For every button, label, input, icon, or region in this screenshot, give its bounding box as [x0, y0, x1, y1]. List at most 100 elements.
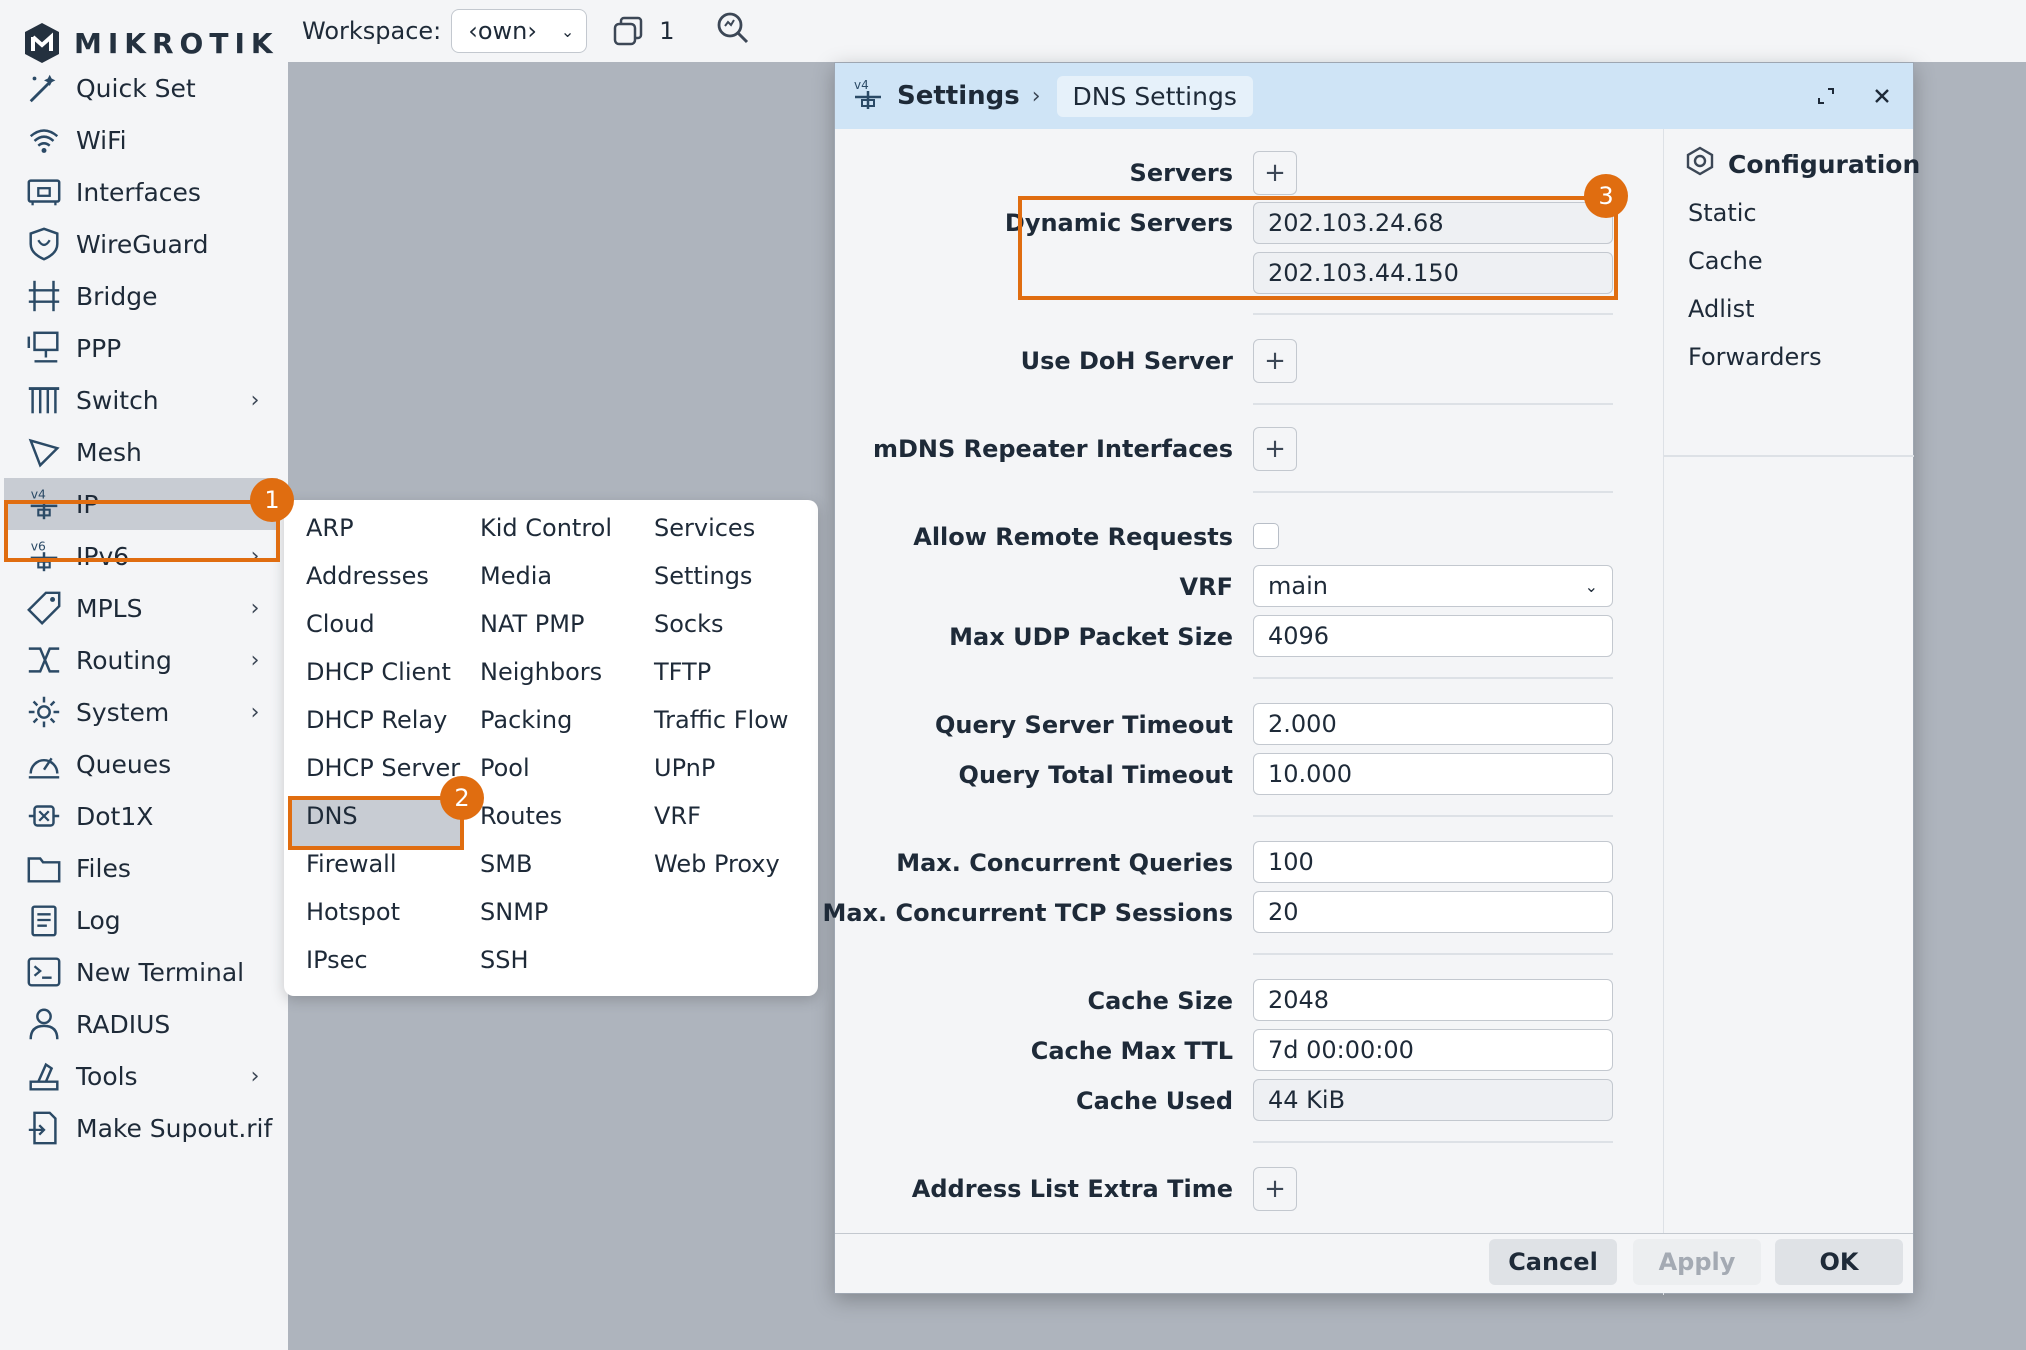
sidebar-item-dot1x[interactable]: Dot1X [4, 790, 278, 842]
menu-item-traffic-flow[interactable]: Traffic Flow [654, 706, 789, 734]
configuration-title-text: Configuration [1728, 149, 1921, 179]
sidebar-item-make-supout-rif[interactable]: Make Supout.rif [4, 1102, 278, 1154]
menu-item-ipsec[interactable]: IPsec [306, 946, 368, 974]
sidebar-item-queues[interactable]: Queues [4, 738, 278, 790]
sidebar-item-switch[interactable]: Switch › [4, 374, 278, 426]
menu-item-smb[interactable]: SMB [480, 850, 532, 878]
sidebar-item-mesh[interactable]: Mesh [4, 426, 278, 478]
file-export-icon [24, 1108, 64, 1148]
breadcrumb-settings[interactable]: Settings [897, 81, 1020, 111]
menu-item-pool[interactable]: Pool [480, 754, 530, 782]
menu-item-settings[interactable]: Settings [654, 562, 752, 590]
mdns-label: mDNS Repeater Interfaces [872, 435, 1233, 463]
menu-item-cloud[interactable]: Cloud [306, 610, 375, 638]
menu-item-dhcp-server[interactable]: DHCP Server [306, 754, 460, 782]
sidebar-item-interfaces[interactable]: Interfaces [4, 166, 278, 218]
sidebar-item-new-terminal[interactable]: New Terminal [4, 946, 278, 998]
config-static-link[interactable]: Static [1688, 199, 1757, 227]
window-header: v4 Settings › DNS Settings [835, 63, 1913, 129]
query-server-timeout-label: Query Server Timeout [934, 711, 1233, 739]
workspace-select[interactable]: ‹own› ⌄ [451, 9, 588, 53]
query-server-timeout-input[interactable]: 2.000 [1253, 703, 1613, 745]
sidebar-item-label: Interfaces [76, 177, 201, 207]
sidebar-item-label: Files [76, 853, 131, 883]
radius-icon [24, 1004, 64, 1044]
allow-remote-requests-checkbox[interactable] [1253, 523, 1279, 549]
sidebar-item-log[interactable]: Log [4, 894, 278, 946]
cache-used-label: Cache Used [1076, 1087, 1233, 1115]
servers-label: Servers [1129, 159, 1233, 187]
menu-item-vrf[interactable]: VRF [654, 802, 701, 830]
sidebar-item-bridge[interactable]: Bridge [4, 270, 278, 322]
callout-badge-1: 1 [250, 478, 294, 522]
menu-item-firewall[interactable]: Firewall [306, 850, 397, 878]
plus-icon: + [1264, 158, 1286, 188]
config-forwarders-link[interactable]: Forwarders [1688, 343, 1822, 371]
ipv4-icon: v4 [851, 77, 885, 115]
menu-item-kid-control[interactable]: Kid Control [480, 514, 612, 542]
menu-item-nat-pmp[interactable]: NAT PMP [480, 610, 584, 638]
terminal-icon [24, 952, 64, 992]
sidebar: MIKROTIK Quick Set WiFi Interfaces WireGuar… [0, 0, 288, 1350]
menu-item-tftp[interactable]: TFTP [654, 658, 711, 686]
gauge-icon [24, 744, 64, 784]
vrf-select[interactable]: main ⌄ [1253, 565, 1613, 607]
expand-icon [1818, 88, 1834, 104]
menu-item-ssh[interactable]: SSH [480, 946, 529, 974]
max-concurrent-queries-label: Max. Concurrent Queries [896, 849, 1233, 877]
sidebar-item-wifi[interactable]: WiFi [4, 114, 278, 166]
menu-item-media[interactable]: Media [480, 562, 552, 590]
sidebar-item-ppp[interactable]: PPP [4, 322, 278, 374]
sidebar-item-radius[interactable]: RADIUS [4, 998, 278, 1050]
menu-item-addresses[interactable]: Addresses [306, 562, 429, 590]
menu-item-socks[interactable]: Socks [654, 610, 724, 638]
menu-item-upnp[interactable]: UPnP [654, 754, 715, 782]
sidebar-item-label: Log [76, 905, 121, 935]
apply-button[interactable]: Apply [1633, 1239, 1761, 1285]
menu-item-packing[interactable]: Packing [480, 706, 572, 734]
sidebar-item-mpls[interactable]: MPLS › [4, 582, 278, 634]
switch-icon [24, 380, 64, 420]
menu-item-services[interactable]: Services [654, 514, 755, 542]
window-count-button[interactable]: 1 [611, 14, 675, 48]
add-doh-server-button[interactable]: + [1253, 339, 1297, 383]
breadcrumb-separator-icon: › [1031, 83, 1041, 109]
sidebar-item-routing[interactable]: Routing › [4, 634, 278, 686]
query-total-timeout-label: Query Total Timeout [958, 761, 1233, 789]
menu-item-dhcp-client[interactable]: DHCP Client [306, 658, 451, 686]
menu-item-routes[interactable]: Routes [480, 802, 562, 830]
cache-max-ttl-input[interactable]: 7d 00:00:00 [1253, 1029, 1613, 1071]
menu-item-arp[interactable]: ARP [306, 514, 354, 542]
max-udp-packet-size-input[interactable]: 4096 [1253, 615, 1613, 657]
divider [1253, 677, 1613, 679]
ok-button[interactable]: OK [1775, 1239, 1903, 1285]
add-mdns-interface-button[interactable]: + [1253, 427, 1297, 471]
cancel-button[interactable]: Cancel [1489, 1239, 1617, 1285]
sidebar-item-label: Queues [76, 749, 172, 779]
sidebar-item-system[interactable]: System › [4, 686, 278, 738]
sidebar-item-quick-set[interactable]: Quick Set [4, 62, 278, 114]
sidebar-item-label: New Terminal [76, 957, 245, 987]
sidebar-item-label: WireGuard [76, 229, 209, 259]
sidebar-item-tools[interactable]: Tools › [4, 1050, 278, 1102]
max-concurrent-queries-input[interactable]: 100 [1253, 841, 1613, 883]
close-button[interactable] [1867, 81, 1897, 111]
maximize-button[interactable] [1811, 81, 1841, 111]
config-cache-link[interactable]: Cache [1688, 247, 1763, 275]
callout-box-ip [4, 500, 280, 562]
add-address-list-extra-time-button[interactable]: + [1253, 1167, 1297, 1211]
menu-item-dhcp-relay[interactable]: DHCP Relay [306, 706, 447, 734]
menu-item-web-proxy[interactable]: Web Proxy [654, 850, 780, 878]
sidebar-item-files[interactable]: Files [4, 842, 278, 894]
menu-item-neighbors[interactable]: Neighbors [480, 658, 602, 686]
cache-size-input[interactable]: 2048 [1253, 979, 1613, 1021]
config-adlist-link[interactable]: Adlist [1688, 295, 1754, 323]
menu-item-hotspot[interactable]: Hotspot [306, 898, 400, 926]
add-server-button[interactable]: + [1253, 151, 1297, 195]
sidebar-item-wireguard[interactable]: WireGuard [4, 218, 278, 270]
menu-item-snmp[interactable]: SNMP [480, 898, 548, 926]
sidebar-item-label: PPP [76, 333, 122, 363]
search-button[interactable] [715, 10, 751, 52]
query-total-timeout-input[interactable]: 10.000 [1253, 753, 1613, 795]
max-concurrent-tcp-sessions-input[interactable]: 20 [1253, 891, 1613, 933]
